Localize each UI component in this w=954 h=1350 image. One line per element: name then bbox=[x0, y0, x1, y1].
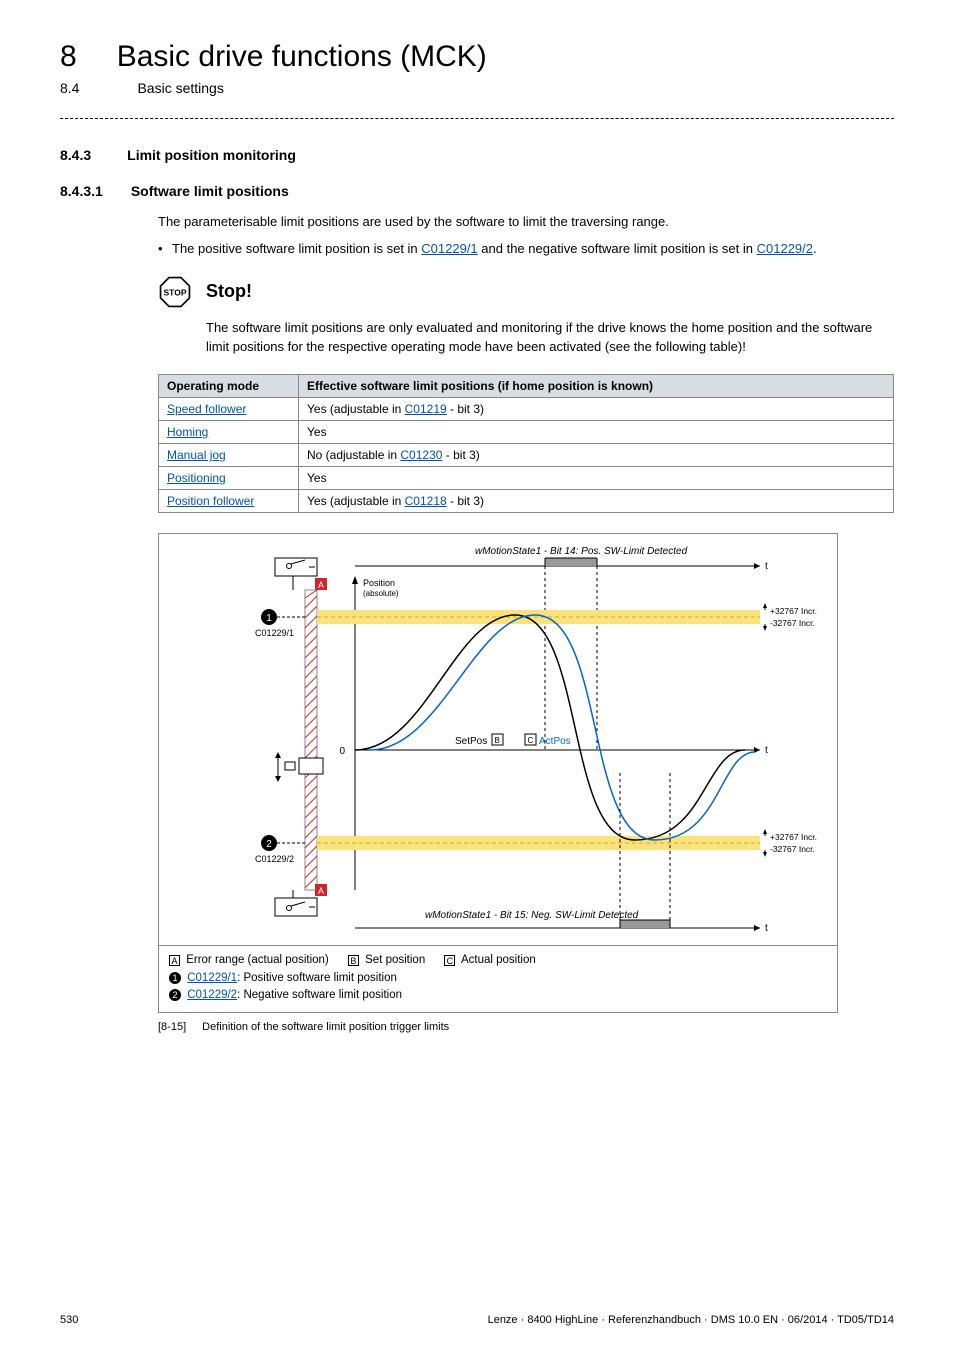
legend-a-text: Error range (actual position) bbox=[186, 954, 329, 966]
table-row: Manual jog No (adjustable in C01230 - bi… bbox=[159, 444, 894, 467]
diag-minus-incr: -32767 Incr. bbox=[770, 618, 815, 628]
page-footer: 530 Lenze · 8400 HighLine · Referenzhand… bbox=[60, 1314, 894, 1326]
cell-text: - bit 3) bbox=[447, 494, 484, 508]
diag-plus-incr: +32767 Incr. bbox=[770, 606, 817, 616]
legend-circ-1: 1 bbox=[169, 972, 181, 984]
diag-t: t bbox=[765, 923, 768, 934]
section-number: 8.4 bbox=[60, 80, 79, 96]
diag-zero: 0 bbox=[339, 746, 345, 757]
doc-info: Lenze · 8400 HighLine · Referenzhandbuch… bbox=[488, 1314, 894, 1326]
bullet-text-post: . bbox=[813, 241, 817, 256]
legend-marker-a: A bbox=[169, 955, 180, 966]
link-c01219[interactable]: C01219 bbox=[405, 402, 447, 416]
diag-minus-incr: -32767 Incr. bbox=[770, 844, 815, 854]
diag-t: t bbox=[765, 561, 768, 572]
diagram-legend: A Error range (actual position) B Set po… bbox=[159, 945, 837, 1012]
cell-text: - bit 3) bbox=[447, 402, 484, 416]
diag-marker-a: A bbox=[318, 886, 324, 896]
cell-text: Yes bbox=[307, 471, 327, 485]
position-diagram: wMotionState1 - Bit 14: Pos. SW-Limit De… bbox=[165, 540, 829, 940]
stop-body: The software limit positions are only ev… bbox=[206, 319, 894, 357]
legend-1-text: : Positive software limit position bbox=[237, 972, 397, 984]
figure-number: [8-15] bbox=[158, 1021, 186, 1033]
cell-text: Yes (adjustable in bbox=[307, 494, 405, 508]
diag-pos-label: Position bbox=[363, 578, 395, 588]
legend-b-text: Set position bbox=[365, 954, 425, 966]
diag-top-bit: wMotionState1 - Bit 14: Pos. SW-Limit De… bbox=[475, 546, 688, 557]
link-c01218[interactable]: C01218 bbox=[405, 494, 447, 508]
link-position-follower[interactable]: Position follower bbox=[167, 494, 254, 508]
diag-plus-incr: +32767 Incr. bbox=[770, 832, 817, 842]
chapter-title: Basic drive functions (MCK) bbox=[117, 40, 487, 74]
diagram-container: wMotionState1 - Bit 14: Pos. SW-Limit De… bbox=[158, 533, 838, 1013]
link-manual-jog[interactable]: Manual jog bbox=[167, 448, 226, 462]
bullet-text-pre: The positive software limit position is … bbox=[172, 241, 421, 256]
link-homing[interactable]: Homing bbox=[167, 425, 208, 439]
bullet-item: The positive software limit position is … bbox=[158, 240, 894, 259]
diag-marker-c: C bbox=[528, 736, 534, 745]
diag-marker-a: A bbox=[318, 580, 324, 590]
diag-t: t bbox=[765, 745, 768, 756]
link-speed-follower[interactable]: Speed follower bbox=[167, 402, 246, 416]
legend-link-2[interactable]: C01229/2 bbox=[187, 989, 237, 1001]
figure-text: Definition of the software limit positio… bbox=[202, 1021, 449, 1033]
table-head-mode: Operating mode bbox=[159, 375, 299, 398]
table-row: Position follower Yes (adjustable in C01… bbox=[159, 490, 894, 513]
diag-setpos: SetPos bbox=[455, 736, 487, 747]
intro-paragraph: The parameterisable limit positions are … bbox=[158, 213, 894, 232]
cell-text: Yes bbox=[307, 425, 327, 439]
cell-text: No (adjustable in bbox=[307, 448, 400, 462]
diag-actpos: ActPos bbox=[539, 736, 571, 747]
subsection-number: 8.4.3 bbox=[60, 147, 91, 163]
link-c01230[interactable]: C01230 bbox=[400, 448, 442, 462]
subsubsection-title: Software limit positions bbox=[131, 183, 289, 199]
section-heading: 8.4 Basic settings bbox=[60, 80, 894, 96]
diag-marker-b: B bbox=[495, 736, 500, 745]
diag-pos-label2: (absolute) bbox=[363, 589, 399, 598]
diag-circ2: 2 bbox=[266, 839, 272, 850]
table-row: Positioning Yes bbox=[159, 467, 894, 490]
diag-c2: C01229/2 bbox=[255, 854, 294, 864]
subsection-heading: 8.4.3 Limit position monitoring bbox=[60, 147, 894, 163]
chapter-number: 8 bbox=[60, 40, 77, 74]
bullet-text-mid: and the negative software limit position… bbox=[478, 241, 757, 256]
link-positioning[interactable]: Positioning bbox=[167, 471, 226, 485]
operating-mode-table: Operating mode Effective software limit … bbox=[158, 374, 894, 513]
diag-c1: C01229/1 bbox=[255, 628, 294, 638]
section-title: Basic settings bbox=[137, 80, 223, 96]
diag-bot-bit: wMotionState1 - Bit 15: Neg. SW-Limit De… bbox=[425, 910, 639, 921]
stop-callout-header: STOP Stop! bbox=[158, 275, 894, 309]
legend-c-text: Actual position bbox=[461, 954, 536, 966]
subsection-title: Limit position monitoring bbox=[127, 147, 296, 163]
link-c01229-2[interactable]: C01229/2 bbox=[757, 241, 813, 256]
legend-link-1[interactable]: C01229/1 bbox=[187, 972, 237, 984]
cell-text: Yes (adjustable in bbox=[307, 402, 405, 416]
figure-caption: [8-15] Definition of the software limit … bbox=[158, 1021, 894, 1033]
subsubsection-heading: 8.4.3.1 Software limit positions bbox=[60, 183, 894, 199]
separator bbox=[60, 118, 894, 119]
stop-label: Stop! bbox=[206, 281, 252, 302]
legend-marker-c: C bbox=[444, 955, 455, 966]
svg-text:STOP: STOP bbox=[164, 287, 187, 297]
stop-icon: STOP bbox=[158, 275, 192, 309]
diag-circ1: 1 bbox=[266, 613, 272, 624]
legend-circ-2: 2 bbox=[169, 989, 181, 1001]
legend-marker-b: B bbox=[348, 955, 359, 966]
table-row: Speed follower Yes (adjustable in C01219… bbox=[159, 398, 894, 421]
chapter-heading: 8 Basic drive functions (MCK) bbox=[60, 40, 894, 74]
subsubsection-number: 8.4.3.1 bbox=[60, 183, 103, 199]
cell-text: - bit 3) bbox=[442, 448, 479, 462]
table-row: Homing Yes bbox=[159, 421, 894, 444]
legend-2-text: : Negative software limit position bbox=[237, 989, 402, 1001]
table-head-effective: Effective software limit positions (if h… bbox=[299, 375, 894, 398]
page-number: 530 bbox=[60, 1314, 78, 1326]
link-c01229-1[interactable]: C01229/1 bbox=[421, 241, 477, 256]
